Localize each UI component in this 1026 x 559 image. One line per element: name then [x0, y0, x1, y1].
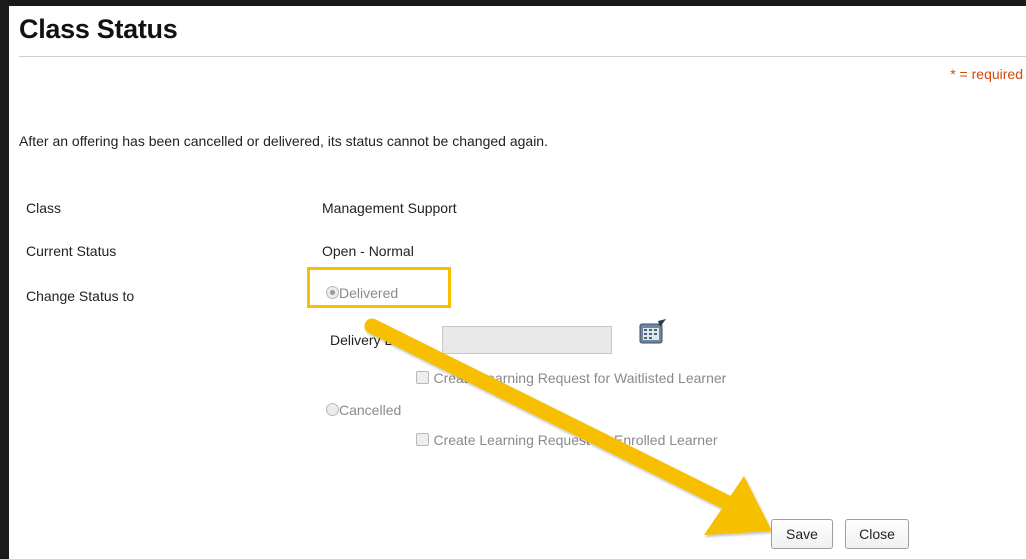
- current-status-value: Open - Normal: [322, 243, 414, 259]
- waitlisted-label: Create Learning Request for Waitlisted L…: [433, 370, 727, 386]
- current-status-label: Current Status: [26, 243, 117, 259]
- annotation-arrow: [364, 318, 772, 535]
- title-divider: [19, 56, 1026, 57]
- close-button[interactable]: Close: [845, 519, 909, 549]
- enrolled-checkbox[interactable]: [416, 433, 429, 446]
- cancelled-option[interactable]: Cancelled: [326, 402, 401, 420]
- change-status-label: Change Status to: [26, 288, 135, 304]
- enrolled-label: Create Learning Request for Enrolled Lea…: [433, 432, 718, 448]
- enrolled-option[interactable]: Create Learning Request for Enrolled Lea…: [416, 432, 718, 450]
- waitlisted-option[interactable]: Create Learning Request for Waitlisted L…: [416, 370, 726, 388]
- window-top-border: [0, 0, 1026, 6]
- highlight-box: [307, 267, 451, 308]
- waitlisted-checkbox[interactable]: [416, 371, 429, 384]
- class-value: Management Support: [322, 200, 457, 216]
- delivery-date-input[interactable]: [442, 326, 612, 354]
- class-label: Class: [26, 200, 62, 216]
- calendar-icon[interactable]: [638, 318, 668, 346]
- delivery-date-label: Delivery Date: [330, 332, 415, 348]
- window-left-border: [0, 0, 9, 559]
- info-message: After an offering has been cancelled or …: [19, 133, 548, 149]
- cancelled-radio[interactable]: [326, 403, 339, 416]
- page-title: Class Status: [19, 14, 178, 44]
- required-note: * = required: [950, 66, 1023, 82]
- cancelled-label: Cancelled: [339, 402, 402, 418]
- save-button[interactable]: Save: [771, 519, 833, 549]
